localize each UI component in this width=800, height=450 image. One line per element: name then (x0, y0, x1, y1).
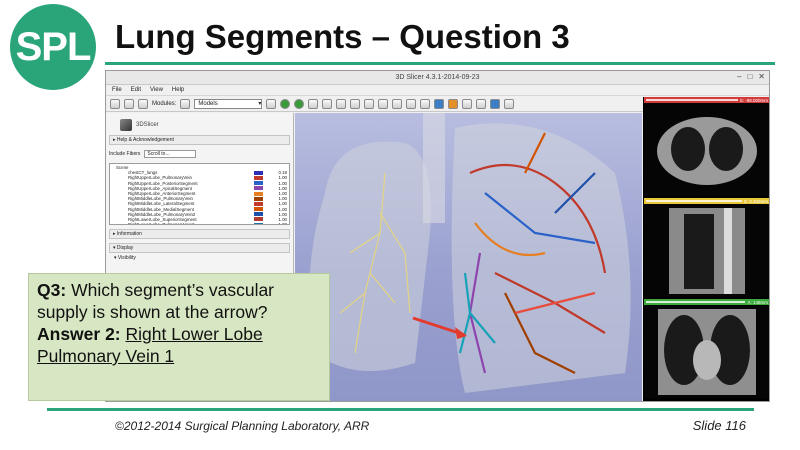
color-swatch[interactable] (254, 212, 263, 217)
color-swatch[interactable] (254, 170, 263, 175)
color-swatch[interactable] (254, 222, 263, 224)
display-label: Display (116, 245, 134, 251)
search-module-icon[interactable] (180, 98, 191, 109)
module-history-icon[interactable] (266, 98, 277, 109)
3d-view[interactable] (295, 113, 642, 401)
forward-icon[interactable] (294, 98, 305, 109)
scroll-to-input[interactable]: Scroll to... (144, 150, 197, 158)
slide-number: Slide 116 (692, 418, 746, 433)
module-selector[interactable]: Models ▾ (194, 98, 263, 109)
transform-icon[interactable] (406, 98, 417, 109)
color-swatch[interactable] (254, 191, 263, 196)
maximize-icon[interactable]: □ (747, 72, 752, 81)
slide-title: Lung Segments – Question 3 (115, 18, 570, 55)
information-label: Information (116, 231, 142, 237)
display-section[interactable]: ▾ Display (109, 243, 290, 253)
information-section[interactable]: ▸ Information (109, 229, 290, 239)
title-divider (105, 62, 775, 65)
scene-row[interactable]: RightLowerLobe_PulmonaryVein2 1.00 (112, 222, 287, 225)
menu-file[interactable]: File (112, 87, 122, 93)
menu-help[interactable]: Help (172, 87, 184, 93)
slicer-logo: 3DSlicer (120, 119, 293, 131)
menu-edit[interactable]: Edit (131, 87, 141, 93)
scene-tree[interactable]: Scene chestCT_lungs 0.18 RightUpperLobe_Pu… (109, 163, 290, 225)
include-fibers-label: Include Fibers (109, 151, 141, 157)
data-icon[interactable] (378, 98, 389, 109)
python-icon[interactable] (504, 98, 515, 109)
copyright: ©2012-2014 Surgical Planning Laboratory,… (115, 419, 370, 433)
screenshot-icon[interactable] (434, 98, 445, 109)
question-label: Q3: (37, 280, 67, 300)
color-swatch[interactable] (254, 207, 263, 212)
load-data-icon[interactable] (110, 98, 120, 109)
minimize-icon[interactable]: – (737, 72, 741, 81)
menu-view[interactable]: View (150, 87, 163, 93)
opacity-value[interactable]: 1.00 (263, 222, 287, 224)
mouse-mode-icon[interactable] (476, 98, 487, 109)
layout-conventional-icon[interactable] (322, 98, 333, 109)
layout-3d-icon[interactable] (350, 98, 361, 109)
layout-icon[interactable] (308, 98, 319, 109)
color-swatch[interactable] (254, 186, 263, 191)
color-swatch[interactable] (254, 175, 263, 180)
visibility-row[interactable]: ▾ Visibility (114, 255, 285, 261)
modules-label: Modules: (152, 100, 177, 107)
question-box: Q3: Which segment’s vascular supply is s… (28, 273, 330, 401)
axial-slice-view[interactable]: S: -98.000mm (644, 97, 769, 196)
close-icon[interactable]: ✕ (758, 72, 765, 81)
sagittal-slice-view[interactable]: S: 3.402mm (644, 198, 769, 297)
answer-label: Answer 2: (37, 324, 121, 344)
color-swatch[interactable] (254, 181, 263, 186)
module-selected: Models (198, 100, 218, 107)
coronal-slice-view[interactable]: A: 148mm (644, 299, 769, 398)
volume-icon[interactable] (364, 98, 375, 109)
axial-readout: S: -98.000mm (739, 97, 768, 103)
spl-logo: SPL (10, 4, 96, 90)
color-swatch[interactable] (254, 217, 263, 222)
fiducial-icon[interactable] (448, 98, 459, 109)
coronal-ct-image (658, 309, 756, 395)
save-icon[interactable] (138, 98, 148, 109)
trachea-shape (423, 113, 445, 223)
color-swatch[interactable] (254, 196, 263, 201)
window-title: 3D Slicer 4.3.1-2014-09-23 (395, 74, 480, 81)
dicom-icon[interactable] (124, 98, 134, 109)
editor-icon[interactable] (392, 98, 403, 109)
coronal-readout: A: 148mm (747, 299, 768, 305)
lung-vessel-render (309, 113, 631, 393)
help-section-label: Help & Acknowledgement (116, 137, 174, 143)
extension-manager-icon[interactable] (490, 98, 501, 109)
filter-row: Include Fibers Scroll to... (109, 150, 290, 158)
crosshair-icon[interactable] (420, 98, 431, 109)
question-text: Which segment’s vascular supply is shown… (37, 280, 275, 322)
axial-ct-image (657, 117, 757, 185)
slicer-cube-icon (120, 119, 132, 131)
slicer-label: 3DSlicer (136, 122, 159, 128)
color-swatch[interactable] (254, 201, 263, 206)
scene-row-name: RightLowerLobe_PulmonaryVein2 (128, 222, 195, 225)
slice-views: S: -98.000mm S: 3.402mm A: 148mm (643, 97, 769, 401)
help-section[interactable]: ▸ Help & Acknowledgement (109, 135, 290, 145)
sagittal-readout: S: 3.402mm (743, 198, 768, 204)
footer-divider (47, 408, 754, 411)
menu-bar: File Edit View Help (106, 85, 769, 96)
chevron-down-icon: ▾ (258, 100, 262, 107)
back-icon[interactable] (280, 98, 291, 109)
ruler-icon[interactable] (462, 98, 473, 109)
layout-fourup-icon[interactable] (336, 98, 347, 109)
window-titlebar: 3D Slicer 4.3.1-2014-09-23 – □ ✕ (106, 71, 769, 85)
sagittal-ct-image (669, 208, 745, 294)
visibility-label: Visibility (117, 255, 136, 261)
logo-text: SPL (15, 24, 92, 69)
